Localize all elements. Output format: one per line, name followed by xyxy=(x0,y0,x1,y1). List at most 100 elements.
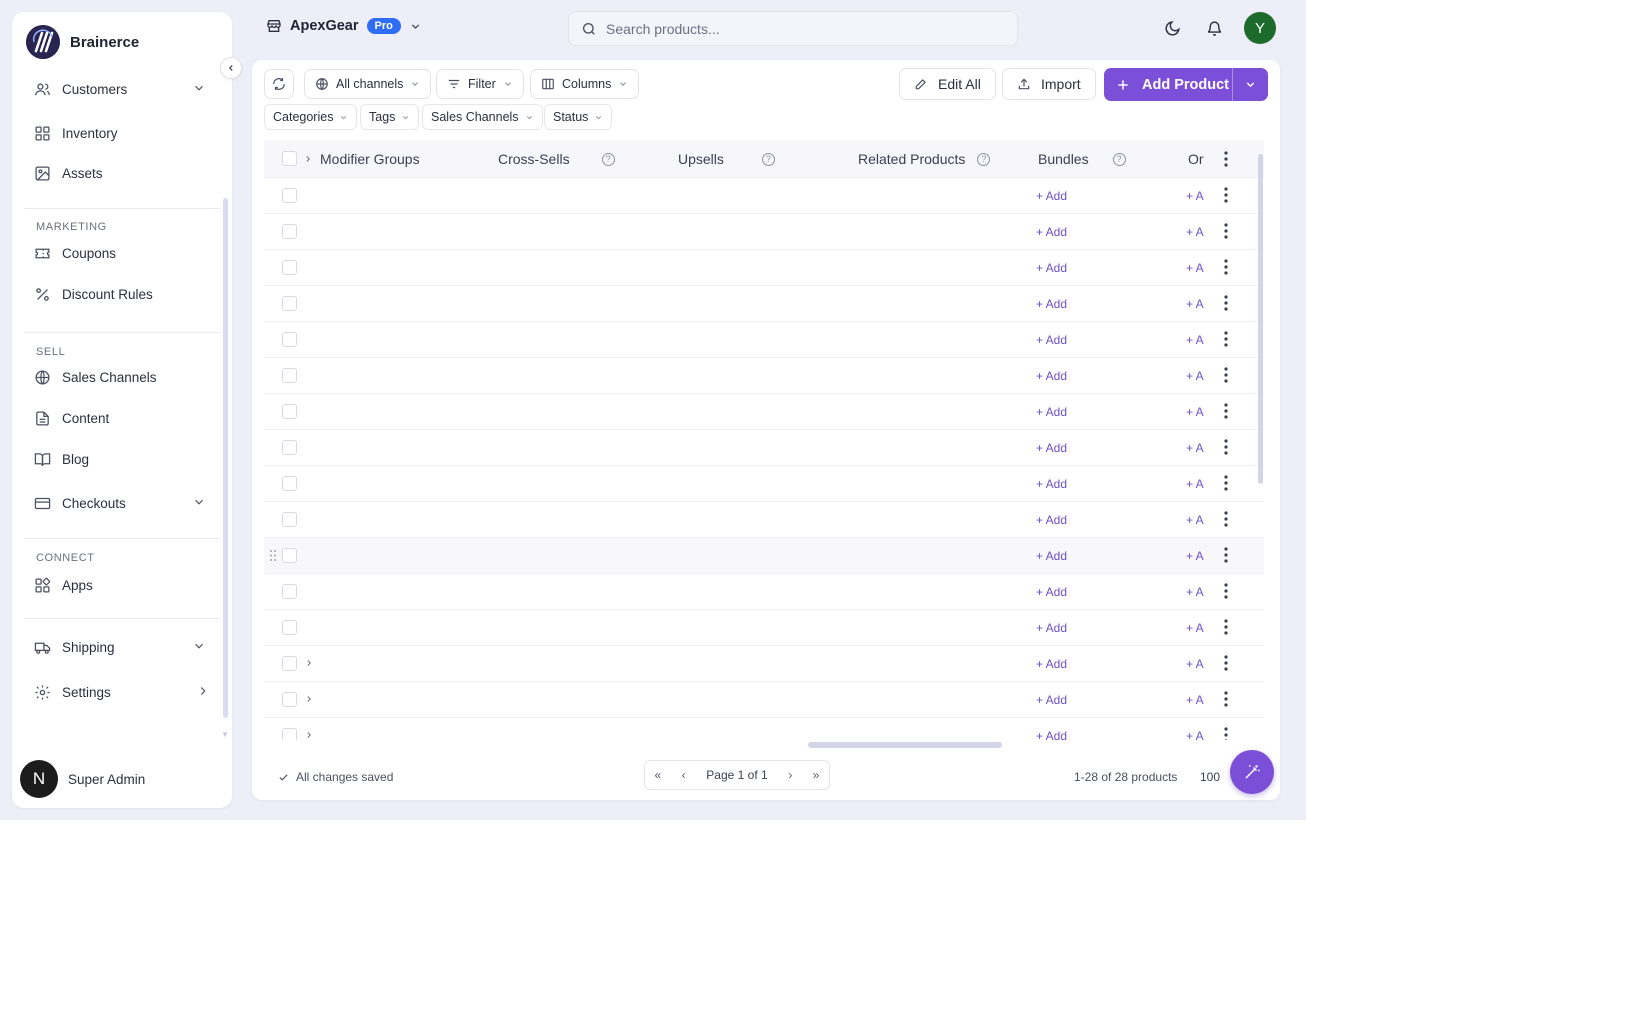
more-vertical-icon[interactable] xyxy=(1224,439,1228,455)
sidebar-item-content[interactable]: Content xyxy=(24,401,220,435)
row-checkbox[interactable] xyxy=(282,188,297,203)
more-vertical-icon[interactable] xyxy=(1224,331,1228,347)
add-next-link[interactable]: + A xyxy=(1186,441,1204,455)
column-upsells[interactable]: Upsells? xyxy=(678,151,775,167)
table-row[interactable]: + Add + A xyxy=(264,286,1264,322)
column-cross-sells[interactable]: Cross-Sells? xyxy=(498,151,615,167)
add-next-link[interactable]: + A xyxy=(1186,405,1204,419)
ai-assistant-button[interactable] xyxy=(1230,750,1274,794)
sidebar-scrollbar[interactable] xyxy=(223,198,228,718)
add-next-link[interactable]: + A xyxy=(1186,477,1204,491)
add-bundle-link[interactable]: + Add xyxy=(1036,657,1067,671)
add-bundle-link[interactable]: + Add xyxy=(1036,693,1067,707)
store-switcher[interactable]: ApexGear Pro xyxy=(266,18,422,34)
search-input[interactable] xyxy=(606,20,986,37)
more-vertical-icon[interactable] xyxy=(1224,367,1228,383)
table-row[interactable]: + Add + A xyxy=(264,502,1264,538)
add-bundle-link[interactable]: + Add xyxy=(1036,513,1067,527)
brand[interactable]: Brainerce xyxy=(26,22,139,62)
add-next-link[interactable]: + A xyxy=(1186,693,1204,707)
sidebar-item-blog[interactable]: Blog xyxy=(24,442,220,476)
theme-toggle-button[interactable] xyxy=(1162,18,1182,38)
more-vertical-icon[interactable] xyxy=(1224,259,1228,275)
add-bundle-link[interactable]: + Add xyxy=(1036,405,1067,419)
chevron-right-icon[interactable] xyxy=(304,729,314,740)
table-row[interactable]: + Add + A xyxy=(264,430,1264,466)
table-row[interactable]: + Add + A xyxy=(264,610,1264,646)
add-bundle-link[interactable]: + Add xyxy=(1036,729,1067,740)
more-vertical-icon[interactable] xyxy=(1224,475,1228,491)
add-next-link[interactable]: + A xyxy=(1186,729,1204,740)
filter-button[interactable]: Filter xyxy=(436,69,524,99)
sidebar-item-customers[interactable]: Customers xyxy=(24,72,220,106)
table-row[interactable]: + Add + A xyxy=(264,538,1264,574)
first-page-button[interactable]: « xyxy=(645,768,671,782)
add-bundle-link[interactable]: + Add xyxy=(1036,225,1067,239)
row-checkbox[interactable] xyxy=(282,260,297,275)
collapse-sidebar-button[interactable] xyxy=(220,57,242,79)
table-row[interactable]: + Add + A xyxy=(264,394,1264,430)
add-bundle-link[interactable]: + Add xyxy=(1036,549,1067,563)
columns-button[interactable]: Columns xyxy=(530,69,640,99)
sidebar-item-inventory[interactable]: Inventory xyxy=(24,116,220,150)
next-page-button[interactable]: › xyxy=(778,768,804,782)
add-next-link[interactable]: + A xyxy=(1186,513,1204,527)
add-next-link[interactable]: + A xyxy=(1186,297,1204,311)
row-checkbox[interactable] xyxy=(282,224,297,239)
chevron-right-icon[interactable] xyxy=(303,153,313,165)
more-vertical-icon[interactable] xyxy=(1224,727,1228,740)
table-row[interactable]: + Add + A xyxy=(264,466,1264,502)
add-next-link[interactable]: + A xyxy=(1186,549,1204,563)
sidebar-item-assets[interactable]: Assets xyxy=(24,156,220,190)
last-page-button[interactable]: » xyxy=(803,768,829,782)
row-checkbox[interactable] xyxy=(282,656,297,671)
row-checkbox[interactable] xyxy=(282,332,297,347)
select-all-checkbox[interactable] xyxy=(282,151,297,166)
more-vertical-icon[interactable] xyxy=(1224,619,1228,635)
drag-handle-icon[interactable] xyxy=(269,549,277,562)
add-next-link[interactable]: + A xyxy=(1186,369,1204,383)
user-menu[interactable]: N Super Admin xyxy=(20,760,145,798)
sidebar-item-apps[interactable]: Apps xyxy=(24,568,220,602)
add-next-link[interactable]: + A xyxy=(1186,225,1204,239)
add-next-link[interactable]: + A xyxy=(1186,657,1204,671)
help-icon[interactable]: ? xyxy=(761,152,775,166)
import-button[interactable]: Import xyxy=(1002,68,1096,100)
row-checkbox[interactable] xyxy=(282,404,297,419)
table-row[interactable]: + Add + A xyxy=(264,322,1264,358)
add-product-button[interactable]: Add Product xyxy=(1104,68,1232,101)
more-vertical-icon[interactable] xyxy=(1224,691,1228,707)
avatar[interactable]: Y xyxy=(1244,12,1276,44)
add-bundle-link[interactable]: + Add xyxy=(1036,441,1067,455)
sidebar-item-sales-channels[interactable]: Sales Channels xyxy=(24,360,220,394)
filter-chip-status[interactable]: Status xyxy=(544,104,613,130)
more-vertical-icon[interactable] xyxy=(1224,511,1228,527)
search-box[interactable] xyxy=(568,11,1018,46)
row-checkbox[interactable] xyxy=(282,692,297,707)
row-checkbox[interactable] xyxy=(282,548,297,563)
add-next-link[interactable]: + A xyxy=(1186,189,1204,203)
add-bundle-link[interactable]: + Add xyxy=(1036,477,1067,491)
add-bundle-link[interactable]: + Add xyxy=(1036,621,1067,635)
add-bundle-link[interactable]: + Add xyxy=(1036,585,1067,599)
column-next[interactable]: Or xyxy=(1188,151,1204,167)
table-row[interactable]: + Add + A xyxy=(264,646,1264,682)
add-bundle-link[interactable]: + Add xyxy=(1036,333,1067,347)
sidebar-item-settings[interactable]: Settings xyxy=(24,675,220,709)
add-next-link[interactable]: + A xyxy=(1186,585,1204,599)
scroll-down-arrow-icon[interactable]: ▼ xyxy=(221,730,229,739)
filter-chip-categories[interactable]: Categories xyxy=(264,104,358,130)
more-vertical-icon[interactable] xyxy=(1224,655,1228,671)
table-row[interactable]: + Add + A xyxy=(264,178,1264,214)
add-next-link[interactable]: + A xyxy=(1186,621,1204,635)
more-vertical-icon[interactable] xyxy=(1224,583,1228,599)
vertical-scrollbar[interactable] xyxy=(1258,154,1263,484)
more-vertical-icon[interactable] xyxy=(1224,403,1228,419)
help-icon[interactable]: ? xyxy=(601,152,615,166)
table-row[interactable]: + Add + A xyxy=(264,358,1264,394)
row-checkbox[interactable] xyxy=(282,620,297,635)
chevron-right-icon[interactable] xyxy=(304,693,314,705)
sidebar-item-shipping[interactable]: Shipping xyxy=(24,630,220,664)
filter-chip-tags[interactable]: Tags xyxy=(360,104,420,130)
refresh-button[interactable] xyxy=(264,69,294,99)
